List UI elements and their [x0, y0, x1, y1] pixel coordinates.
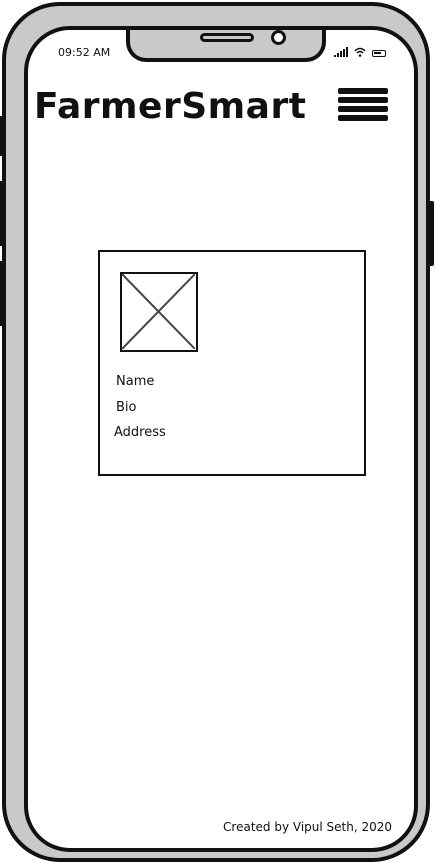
signal-icon	[334, 47, 348, 57]
footer-credit: Created by Vipul Seth, 2020	[223, 820, 392, 834]
camera-icon	[271, 30, 286, 45]
battery-icon	[372, 50, 386, 57]
status-icons	[334, 45, 386, 57]
bio-label: Bio	[116, 400, 137, 415]
image-placeholder-icon	[120, 272, 198, 352]
profile-card: Name Bio Address	[98, 250, 366, 476]
screen: 09:52 AM FarmerSmart Name Bio Address Cr…	[24, 26, 418, 852]
volume-up-button	[0, 181, 3, 246]
notch	[126, 30, 326, 62]
hamburger-menu-icon[interactable]	[338, 88, 388, 130]
volume-down-button	[0, 261, 3, 326]
power-button	[429, 201, 434, 266]
name-label: Name	[116, 374, 155, 389]
phone-frame: 09:52 AM FarmerSmart Name Bio Address Cr…	[0, 2, 434, 862]
mute-switch	[0, 116, 3, 156]
wifi-icon	[354, 47, 366, 57]
app-title: FarmerSmart	[34, 86, 307, 127]
speaker	[200, 33, 254, 42]
status-time: 09:52 AM	[58, 46, 111, 59]
address-label: Address	[114, 425, 166, 440]
